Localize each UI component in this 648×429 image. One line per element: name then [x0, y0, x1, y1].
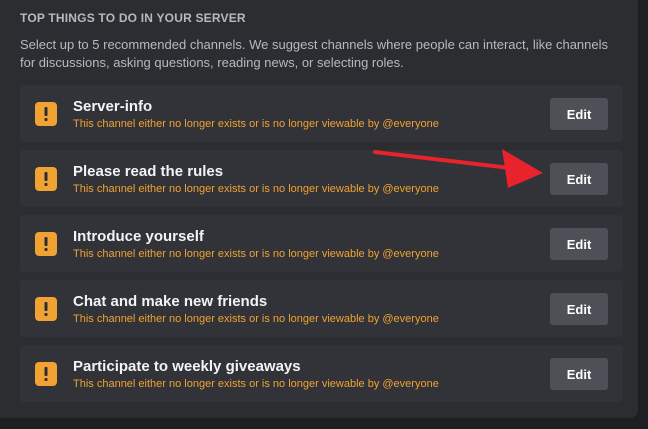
channel-list: Server-info This channel either no longe… — [20, 85, 623, 410]
section-heading: TOP THINGS TO DO IN YOUR SERVER — [20, 11, 246, 25]
warning-icon — [35, 362, 57, 386]
edit-button[interactable]: Edit — [550, 293, 608, 325]
section-description: Select up to 5 recommended channels. We … — [20, 37, 609, 70]
warning-icon — [35, 232, 57, 256]
recommended-channels-panel: TOP THINGS TO DO IN YOUR SERVER Select u… — [0, 0, 638, 418]
warning-icon — [35, 297, 57, 321]
channel-title: Please read the rules — [73, 163, 224, 180]
edit-button[interactable]: Edit — [550, 98, 608, 130]
channel-warning-text: This channel either no longer exists or … — [73, 248, 439, 260]
channel-title: Participate to weekly giveaways — [73, 358, 301, 375]
channel-card-participate-to-weekly-giveaways: Participate to weekly giveaways This cha… — [20, 345, 623, 402]
channel-warning-text: This channel either no longer exists or … — [73, 183, 439, 195]
warning-icon — [35, 102, 57, 126]
edit-button[interactable]: Edit — [550, 358, 608, 390]
edit-button[interactable]: Edit — [550, 163, 608, 195]
channel-warning-text: This channel either no longer exists or … — [73, 118, 439, 130]
channel-card-chat-and-make-new-friends: Chat and make new friends This channel e… — [20, 280, 623, 337]
warning-icon — [35, 167, 57, 191]
channel-warning-text: This channel either no longer exists or … — [73, 378, 439, 390]
channel-card-introduce-yourself: Introduce yourself This channel either n… — [20, 215, 623, 272]
channel-card-server-info: Server-info This channel either no longe… — [20, 85, 623, 142]
edit-button[interactable]: Edit — [550, 228, 608, 260]
channel-title: Server-info — [73, 98, 153, 115]
channel-card-please-read-the-rules: Please read the rules This channel eithe… — [20, 150, 623, 207]
channel-title: Chat and make new friends — [73, 293, 268, 310]
channel-warning-text: This channel either no longer exists or … — [73, 313, 439, 325]
channel-title: Introduce yourself — [73, 228, 204, 245]
